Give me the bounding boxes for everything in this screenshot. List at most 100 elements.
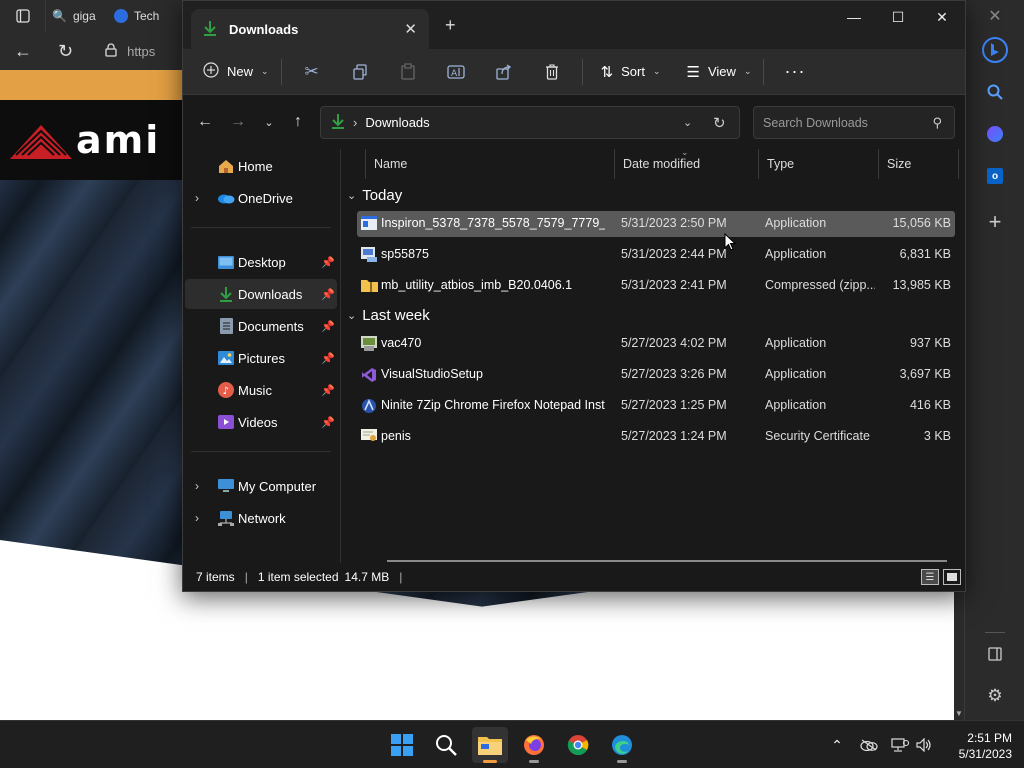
- refresh-icon[interactable]: ↻: [713, 114, 726, 132]
- file-name: Ninite 7Zip Chrome Firefox Notepad Inst.…: [381, 398, 605, 412]
- file-size: 3 KB: [923, 429, 951, 443]
- nav-item-music[interactable]: ♪ Music 📌: [185, 375, 337, 405]
- tab-actions-button[interactable]: [0, 0, 46, 32]
- file-row[interactable]: Inspiron_5378_7378_5578_7579_7779_1.36.0…: [357, 211, 955, 237]
- file-date: 5/27/2023 4:02 PM: [621, 336, 727, 350]
- file-row[interactable]: Ninite 7Zip Chrome Firefox Notepad Inst.…: [357, 393, 955, 419]
- chevron-right-icon[interactable]: ›: [195, 479, 199, 493]
- sort-button[interactable]: ⇅ Sort ⌄: [595, 55, 667, 89]
- maximize-button[interactable]: ☐: [875, 1, 921, 33]
- file-row[interactable]: VisualStudioSetup 5/27/2023 3:26 PM Appl…: [357, 362, 955, 388]
- file-row[interactable]: mb_utility_atbios_imb_B20.0406.1 5/31/20…: [357, 273, 955, 299]
- site-logo[interactable]: ami: [0, 100, 182, 180]
- edge-tab-label: Tech: [134, 9, 160, 23]
- file-row[interactable]: penis 5/27/2023 1:24 PM Security Certifi…: [357, 424, 955, 450]
- copilot-button[interactable]: [965, 114, 1024, 154]
- taskbar-edge[interactable]: [604, 727, 640, 763]
- more-options-button[interactable]: ···: [778, 55, 811, 89]
- delete-button[interactable]: [528, 55, 576, 89]
- taskbar-clock[interactable]: 2:51 PM 5/31/2023: [942, 730, 1012, 762]
- address-bar[interactable]: https: [105, 42, 155, 60]
- column-header-date[interactable]: Date modified ⌄: [615, 147, 759, 179]
- cut-button[interactable]: ✂: [288, 55, 336, 89]
- pin-icon[interactable]: 📌: [321, 256, 335, 269]
- pin-icon[interactable]: 📌: [321, 320, 335, 333]
- ninite-icon: [361, 398, 378, 413]
- refresh-icon[interactable]: ↻: [58, 41, 73, 62]
- details-view-button[interactable]: ☰: [921, 569, 939, 585]
- nav-item-network[interactable]: › Network: [185, 503, 337, 533]
- nav-item-documents[interactable]: Documents 📌: [185, 311, 337, 341]
- edge-tab-tech[interactable]: Tech: [108, 0, 168, 32]
- onedrive-tray-icon[interactable]: [858, 735, 880, 755]
- taskbar-firefox[interactable]: [516, 727, 552, 763]
- file-size: 3,697 KB: [899, 367, 951, 381]
- nav-item-videos[interactable]: Videos 📌: [185, 407, 337, 437]
- volume-tray-icon[interactable]: [913, 735, 935, 755]
- taskbar-chrome[interactable]: [560, 727, 596, 763]
- downloads-icon: [217, 286, 235, 302]
- horizontal-scrollbar[interactable]: [387, 560, 947, 562]
- scroll-down-icon[interactable]: ▼: [955, 709, 963, 718]
- explorer-tab-downloads[interactable]: Downloads ✕: [191, 9, 429, 49]
- nav-item-pictures[interactable]: Pictures 📌: [185, 343, 337, 373]
- pin-icon[interactable]: 📌: [321, 352, 335, 365]
- pin-icon[interactable]: 📌: [321, 288, 335, 301]
- view-button[interactable]: ☰ View ⌄: [681, 55, 758, 89]
- show-hidden-icons-button[interactable]: ⌃: [826, 735, 848, 755]
- file-row[interactable]: sp55875 5/31/2023 2:44 PM Application 6,…: [357, 242, 955, 268]
- breadcrumb-downloads[interactable]: Downloads: [365, 115, 429, 130]
- paste-button[interactable]: [384, 55, 432, 89]
- edge-tab-giga[interactable]: 🔍 giga: [46, 0, 108, 32]
- group-header-last-week[interactable]: ⌄ Last week: [347, 302, 430, 328]
- network-tray-icon[interactable]: [889, 735, 911, 755]
- file-type: Application: [765, 336, 827, 350]
- share-button[interactable]: [480, 55, 528, 89]
- bing-chat-button[interactable]: [965, 30, 1024, 70]
- group-header-today[interactable]: ⌄ Today: [347, 182, 402, 208]
- rename-button[interactable]: A: [432, 55, 480, 89]
- close-window-button[interactable]: ✕: [965, 0, 1024, 32]
- nav-item-onedrive[interactable]: › OneDrive: [185, 183, 337, 213]
- address-dropdown-icon[interactable]: ⌄: [683, 116, 692, 129]
- column-header-size[interactable]: Size: [879, 149, 959, 179]
- nav-item-my-computer[interactable]: › My Computer: [185, 471, 337, 501]
- pin-icon[interactable]: 📌: [321, 384, 335, 397]
- search-input[interactable]: Search Downloads ⚲: [753, 106, 955, 139]
- close-button[interactable]: ✕: [919, 1, 965, 33]
- start-button[interactable]: [384, 727, 420, 763]
- file-size: 937 KB: [909, 336, 951, 350]
- new-button[interactable]: New ⌄: [197, 55, 275, 89]
- back-button[interactable]: ←: [193, 112, 217, 132]
- taskbar-search-button[interactable]: [428, 727, 464, 763]
- selection-size: 14.7 MB: [344, 570, 390, 584]
- nav-item-desktop[interactable]: Desktop 📌: [185, 247, 337, 277]
- sidebar-search-button[interactable]: [965, 72, 1024, 112]
- address-bar[interactable]: › Downloads ⌄ ↻: [320, 106, 740, 139]
- outlook-button[interactable]: o: [965, 156, 1024, 196]
- recent-locations-button[interactable]: ⌄: [257, 112, 281, 132]
- sidebar-settings-button[interactable]: ⚙: [965, 676, 1024, 716]
- tiles-view-button[interactable]: [943, 569, 961, 585]
- copy-icon: [352, 63, 367, 80]
- chevron-right-icon[interactable]: ›: [195, 511, 199, 525]
- add-sidebar-app-button[interactable]: +: [965, 202, 1024, 242]
- nav-item-downloads[interactable]: Downloads 📌: [185, 279, 337, 309]
- new-tab-button[interactable]: +: [445, 15, 456, 36]
- nav-item-home[interactable]: Home: [185, 151, 337, 181]
- pin-icon[interactable]: 📌: [321, 416, 335, 429]
- back-icon[interactable]: ←: [14, 41, 32, 62]
- minimize-button[interactable]: —: [831, 1, 877, 33]
- taskbar-file-explorer[interactable]: [472, 727, 508, 763]
- file-row[interactable]: vac470 5/27/2023 4:02 PM Application 937…: [357, 331, 955, 357]
- up-button[interactable]: ↑: [286, 112, 310, 132]
- copy-button[interactable]: [336, 55, 384, 89]
- chevron-right-icon[interactable]: ›: [195, 191, 199, 205]
- forward-button[interactable]: →: [226, 112, 250, 132]
- close-tab-icon[interactable]: ✕: [404, 20, 417, 38]
- column-header-name[interactable]: Name: [365, 149, 615, 179]
- column-header-type[interactable]: Type: [759, 149, 879, 179]
- hide-sidebar-button[interactable]: [965, 634, 1024, 674]
- file-size: 6,831 KB: [899, 247, 951, 261]
- clock-date: 5/31/2023: [958, 747, 1012, 761]
